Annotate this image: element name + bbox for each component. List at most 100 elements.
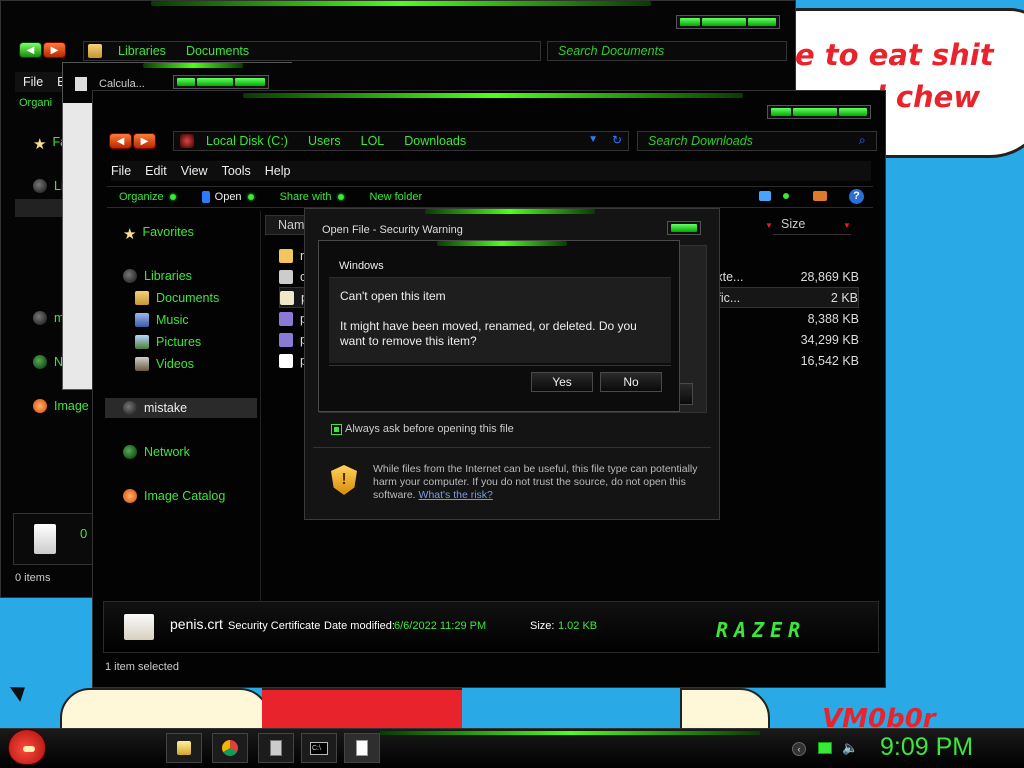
always-ask-label[interactable]: Always ask before opening this file <box>345 423 514 435</box>
file-icon <box>279 311 293 326</box>
details-modified-value: 6/6/2022 11:29 PM <box>394 620 487 632</box>
main-search-input[interactable]: Search Downloads <box>637 131 877 151</box>
nav-pictures[interactable]: Pictures <box>135 335 201 349</box>
nav-libraries[interactable]: Libraries <box>123 269 192 283</box>
security-divider <box>313 447 711 448</box>
chrome-icon <box>222 740 238 756</box>
file-icon <box>279 269 293 284</box>
nav-videos[interactable]: Videos <box>135 357 194 371</box>
taskbar-explorer[interactable] <box>166 733 202 763</box>
nav-network[interactable]: Network <box>123 445 190 459</box>
back-details-pane: 0 <box>13 513 93 565</box>
drive-icon <box>33 311 47 325</box>
address-dropdown-icon[interactable]: ▼ <box>588 134 598 145</box>
sort-arrow-icon[interactable]: ▼ <box>843 221 851 230</box>
star-icon: ★ <box>123 226 137 243</box>
no-button[interactable]: No <box>600 372 662 392</box>
error-message: It might have been moved, renamed, or de… <box>340 319 637 348</box>
taskbar-notepad[interactable] <box>344 733 380 763</box>
show-hidden-icons-icon[interactable]: ‹ <box>792 742 806 756</box>
folder-icon <box>88 44 102 58</box>
crumb-lol[interactable]: LOL <box>361 134 385 148</box>
open-button[interactable]: Open <box>201 191 254 203</box>
back-forward-button[interactable]: ▶ <box>43 42 66 58</box>
nav-image-catalog[interactable]: Image Catalog <box>123 489 225 503</box>
main-address-bar[interactable]: Local Disk (C:) Users LOL Downloads ▼ ↻ <box>173 131 629 151</box>
yes-button[interactable]: Yes <box>531 372 593 392</box>
nav-documents[interactable]: Documents <box>135 291 219 305</box>
back-crumb-documents[interactable]: Documents <box>186 44 249 58</box>
back-nav-image-catalog[interactable]: Image <box>33 399 89 413</box>
column-header-size[interactable]: Size <box>773 215 851 235</box>
explorer-icon <box>177 741 191 755</box>
back-organize-button[interactable]: Organi <box>19 97 52 109</box>
whats-the-risk-link[interactable]: What's the risk? <box>419 489 493 501</box>
back-menu-file[interactable]: File <box>23 75 43 89</box>
windows-error-dialog[interactable]: Windows Can't open this item It might ha… <box>318 240 680 412</box>
file-icon <box>279 353 293 368</box>
organize-button[interactable]: Organize <box>119 191 176 203</box>
menu-help[interactable]: Help <box>265 164 291 178</box>
taskbar-calculator[interactable] <box>258 733 294 763</box>
new-folder-button[interactable]: New folder <box>370 191 423 203</box>
taskbar <box>0 728 1024 768</box>
start-button[interactable] <box>8 729 46 765</box>
star-icon: ★ <box>33 136 47 153</box>
sort-arrow-icon[interactable]: ▼ <box>765 221 773 230</box>
command-bar: Organize Open Share with New folder ? <box>107 186 873 208</box>
image-catalog-icon <box>123 489 137 503</box>
taskbar-chrome[interactable] <box>212 733 248 763</box>
videos-icon <box>135 357 149 371</box>
calc-title: Calcula... <box>99 78 145 90</box>
nav-mistake[interactable]: mistake <box>105 398 257 418</box>
back-search-input[interactable]: Search Documents <box>547 41 787 61</box>
preview-pane-icon[interactable] <box>813 191 827 201</box>
main-forward-button[interactable]: ▶ <box>133 133 156 149</box>
details-pane: penis.crt Security Certificate Date modi… <box>103 601 879 653</box>
search-icon[interactable]: ⌕ <box>859 133 866 148</box>
back-address-bar[interactable]: Libraries Documents <box>83 41 541 61</box>
back-back-button[interactable]: ◀ <box>19 42 42 58</box>
main-back-button[interactable]: ◀ <box>109 133 132 149</box>
view-options-icon[interactable] <box>759 191 771 201</box>
back-nav-network[interactable]: N <box>33 355 63 369</box>
main-menu-bar: File Edit View Tools Help <box>111 161 871 181</box>
action-center-icon[interactable] <box>818 742 832 754</box>
main-window-caption-buttons[interactable] <box>767 105 871 119</box>
security-close-button[interactable] <box>667 221 701 235</box>
taskbar-cmd[interactable]: C:\ <box>301 733 337 763</box>
always-ask-checkbox[interactable] <box>331 424 342 435</box>
refresh-icon[interactable]: ↻ <box>612 133 622 147</box>
crumb-downloads[interactable]: Downloads <box>404 134 466 148</box>
back-window-caption-buttons[interactable] <box>676 15 780 29</box>
menu-tools[interactable]: Tools <box>222 164 251 178</box>
nav-music[interactable]: Music <box>135 313 189 327</box>
share-with-button[interactable]: Share with <box>280 191 344 203</box>
details-filename: penis.crt <box>170 616 223 632</box>
calculator-icon <box>270 740 282 756</box>
network-icon <box>33 355 47 369</box>
notepad-icon <box>356 740 368 756</box>
nav-favorites[interactable]: ★ Favorites <box>123 225 194 243</box>
back-crumb-libraries[interactable]: Libraries <box>118 44 166 58</box>
crumb-local-disk[interactable]: Local Disk (C:) <box>206 134 288 148</box>
back-nav-libraries[interactable]: Li <box>33 179 64 193</box>
file-icon <box>279 248 293 263</box>
crumb-users[interactable]: Users <box>308 134 341 148</box>
menu-edit[interactable]: Edit <box>145 164 167 178</box>
menu-view[interactable]: View <box>181 164 208 178</box>
view-dropdown-dot[interactable] <box>783 193 789 199</box>
help-icon[interactable]: ? <box>849 189 864 204</box>
taskbar-clock[interactable]: 9:09 PM <box>880 733 973 762</box>
error-divider <box>329 365 671 366</box>
back-nav-mistake[interactable]: m <box>33 311 64 325</box>
menu-file[interactable]: File <box>111 164 131 178</box>
calculator-icon <box>75 77 87 91</box>
volume-icon[interactable]: 🔈 <box>842 740 858 756</box>
error-heading: Can't open this item <box>340 289 446 303</box>
music-icon <box>135 313 149 327</box>
security-title-glow <box>425 209 595 214</box>
shield-warning-icon: ! <box>331 465 357 495</box>
desktop-cursor-icon <box>9 680 31 702</box>
calc-caption-buttons[interactable] <box>173 75 269 89</box>
